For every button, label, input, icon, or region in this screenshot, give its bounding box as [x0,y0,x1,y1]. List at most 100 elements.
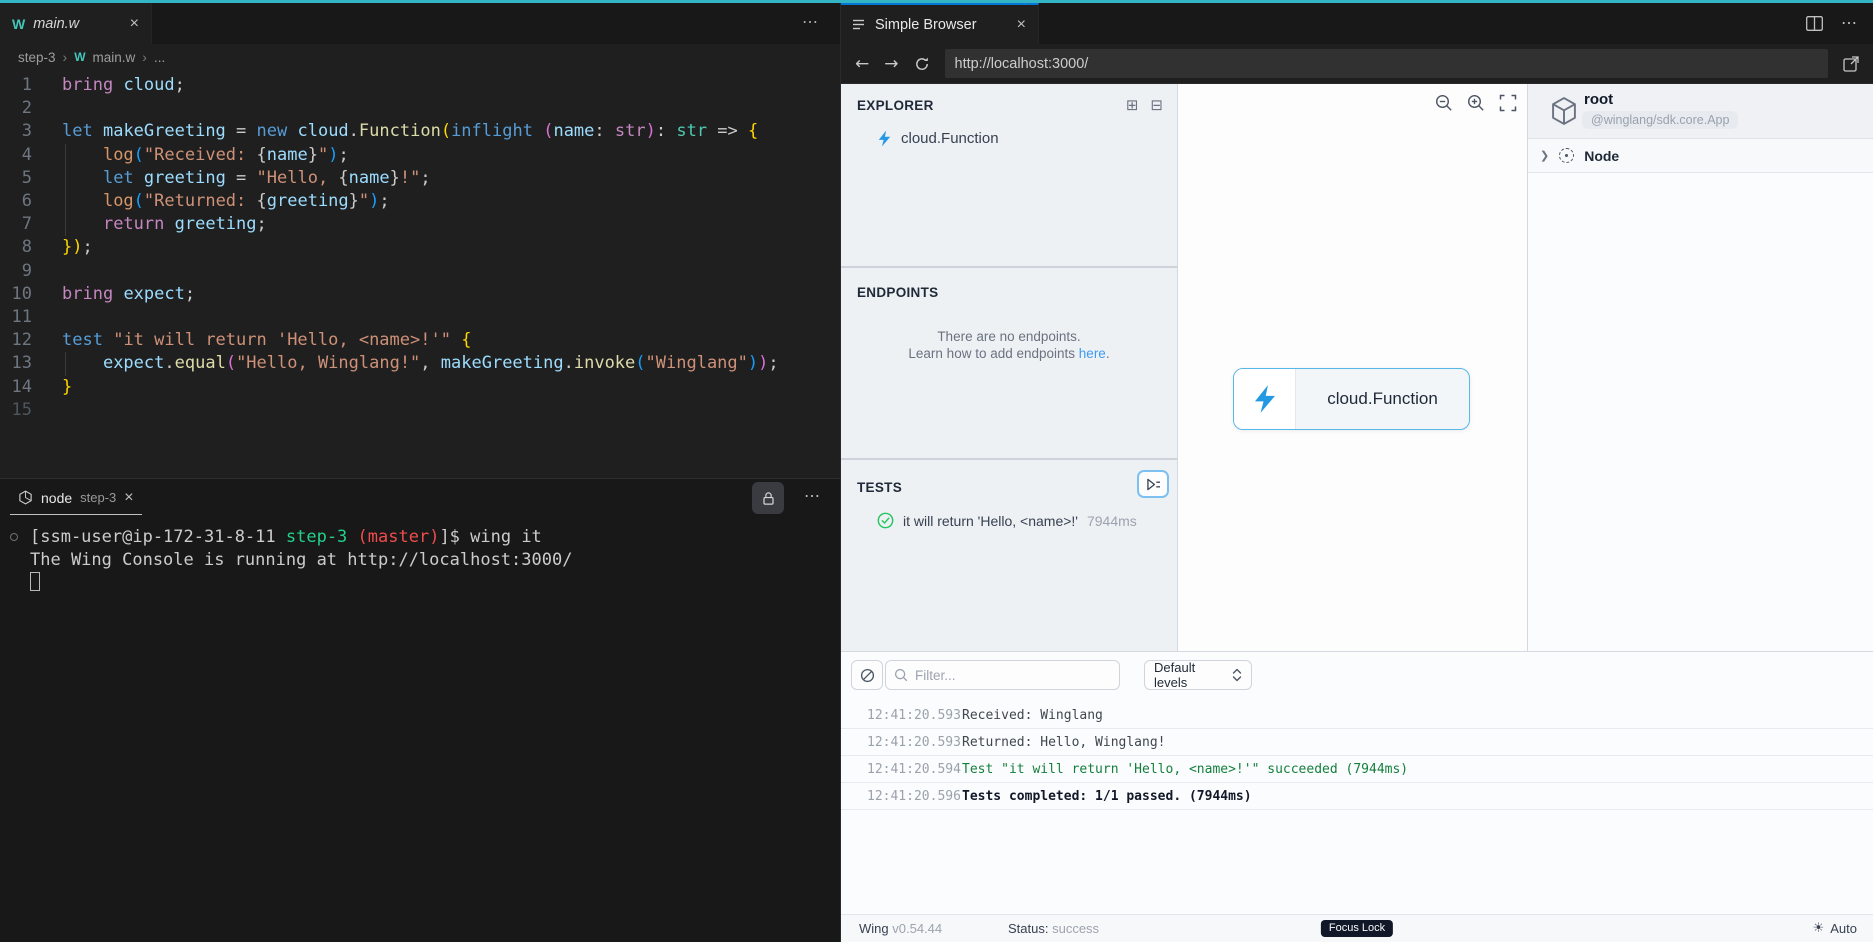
open-external-icon[interactable] [1843,55,1859,72]
tab-main-w[interactable]: W main.w × [0,3,152,44]
code-line: 4 log("Received: {name}"); [0,143,840,167]
map-canvas[interactable]: cloud.Function [1178,84,1528,651]
log-row: 12:41:20.593 Returned: Hello, Winglang! [841,729,1873,756]
code-line: 12 test "it will return 'Hello, <name>!'"… [11,330,472,351]
browser-url-bar: ← → [841,44,1873,84]
test-name: it will return 'Hello, <name>!' [903,512,1078,529]
inspector-panel: root @winglang/sdk.core.App ❯ Node [1528,84,1873,651]
inspector-type-badge: @winglang/sdk.core.App [1582,111,1739,129]
log-entries: 12:41:20.593 Received: Winglang 12:41:20.5… [841,702,1873,810]
log-filter-field [885,660,1120,690]
log-levels-select[interactable]: Default levels [1144,660,1252,690]
editor-more-actions-icon[interactable]: ⋯ [802,12,818,32]
node-label: cloud.Function [1327,389,1438,408]
run-all-tests-button[interactable] [1137,470,1169,498]
code-line: 5 let greeting = "Hello, {name}!"; [0,166,840,191]
terminal-lock-button[interactable] [752,482,784,514]
wing-logo-icon: W [12,15,26,32]
run-all-icon [1146,478,1160,490]
terminal-tab-detail: step-3 [80,490,117,505]
tab-label: main.w [33,15,80,32]
logs-toolbar: Default levels [841,652,1873,700]
more-actions-icon[interactable]: ⋯ [1841,13,1857,33]
forward-icon[interactable]: → [884,54,898,74]
cube-icon [1552,97,1576,125]
tests-section: TESTS it will return 'Hello, <name>!' 79… [841,462,1177,651]
test-result-row[interactable]: it will return 'Hello, <name>!' 7944ms [877,512,1177,529]
breadcrumb-symbol[interactable]: ... [154,50,165,65]
code-line: 2 [21,98,32,119]
no-entry-icon [860,668,874,682]
code-editor[interactable]: 1 bring cloud; 2 3 let makeGreeting = new cl… [0,70,840,478]
code-line: 13 expect.equal("Hello, Winglang!", make… [0,352,840,376]
code-line: 6 log("Returned: {greeting}"); [0,190,840,214]
browser-tabbar: Simple Browser × ⋯ [841,3,1873,44]
wing-console: EXPLORER ⊞ ⊟ cloud.Function ENDPOINTS Th… [841,84,1873,651]
inspector-header: root @winglang/sdk.core.App [1528,84,1873,139]
tree-item-cloud-function[interactable]: cloud.Function [877,130,1177,147]
focus-lock-badge: Focus Lock [1320,920,1394,937]
wing-version: Wing v0.54.44 [859,921,943,936]
dashed-circle-icon [1559,148,1575,163]
fit-to-screen-icon[interactable] [1499,94,1517,112]
tab-simple-browser[interactable]: Simple Browser × [841,3,1039,44]
search-icon [894,668,908,682]
code-line: 9 [21,260,32,281]
log-levels-value: Default levels [1154,660,1196,690]
close-icon[interactable]: × [124,489,133,507]
code-line: 15 [11,399,32,420]
endpoints-title: ENDPOINTS [857,285,939,300]
code-line: 3 let makeGreeting = new cloud.Function(i… [21,121,759,142]
clear-logs-button[interactable] [851,660,883,690]
close-icon[interactable]: × [130,15,139,33]
terminal-more-actions-icon[interactable]: ⋯ [804,486,820,506]
test-duration: 7944ms [1086,512,1137,529]
editor-tabbar: W main.w × ⋯ [0,3,840,44]
zoom-out-icon[interactable] [1435,94,1453,112]
code-line: 7 return greeting; [0,213,840,237]
close-icon[interactable]: × [1017,16,1026,34]
tree-item-label: cloud.Function [901,130,999,147]
inspector-node-row[interactable]: ❯ Node [1528,139,1873,173]
console-left-column: EXPLORER ⊞ ⊟ cloud.Function ENDPOINTS Th… [841,84,1178,651]
chevron-right-icon: › [142,49,147,65]
code-line: 14} [11,376,73,397]
chevron-right-icon: ❯ [1540,150,1550,162]
canvas-zoom-controls [1435,94,1517,112]
lock-icon [762,491,774,505]
canvas-node-cloud-function[interactable]: cloud.Function [1233,368,1470,430]
url-input[interactable] [944,49,1828,78]
collapse-all-icon[interactable]: ⊟ [1150,96,1163,114]
terminal-tab[interactable]: node step-3 × [10,481,142,515]
code-line: 8}); [21,237,93,258]
log-row: 12:41:20.593 Received: Winglang [841,702,1873,729]
endpoints-section: ENDPOINTS There are no endpoints. Learn … [841,270,1177,460]
back-icon[interactable]: ← [855,54,869,74]
breadcrumb-folder[interactable]: step-3 [18,50,56,65]
zoom-in-icon[interactable] [1467,94,1485,112]
tab-label: Simple Browser [875,16,977,33]
terminal-panel: node step-3 × ⋯ [ssm-user@ip-172-31-8-11… [0,478,840,942]
check-circle-icon [877,512,894,529]
breadcrumb-file[interactable]: main.w [93,50,136,65]
endpoints-docs-link[interactable]: here [1079,346,1106,361]
status-indicator: Status: success [1008,921,1100,936]
log-row: 12:41:20.596 Tests completed: 1/1 passed.… [841,783,1873,810]
terminal-header: node step-3 × ⋯ [0,479,840,517]
code-lines: 1 bring cloud; 2 3 let makeGreeting = new cl… [0,74,840,422]
theme-toggle[interactable]: ☀ Auto [1813,921,1857,936]
logs-panel: Default levels 12:41:20.593Received: Win… [841,651,1873,914]
split-editor-icon[interactable] [1806,15,1823,31]
breadcrumb[interactable]: step-3 › W main.w › ... [0,44,840,70]
log-filter-input[interactable] [915,667,1095,683]
hexagon-node-icon [19,490,32,505]
expand-all-icon[interactable]: ⊞ [1126,96,1139,114]
terminal-output[interactable]: [ssm-user@ip-172-31-8-11 step-3 (master)… [0,517,840,595]
browser-tab-actions: ⋯ [1806,13,1857,33]
reload-icon[interactable] [914,56,930,72]
explorer-title: EXPLORER [857,97,934,113]
lightning-bolt-icon [878,130,891,147]
tests-title: TESTS [857,479,903,495]
inspector-root-title: root [1584,91,1614,108]
explorer-section: EXPLORER ⊞ ⊟ cloud.Function [841,84,1177,268]
